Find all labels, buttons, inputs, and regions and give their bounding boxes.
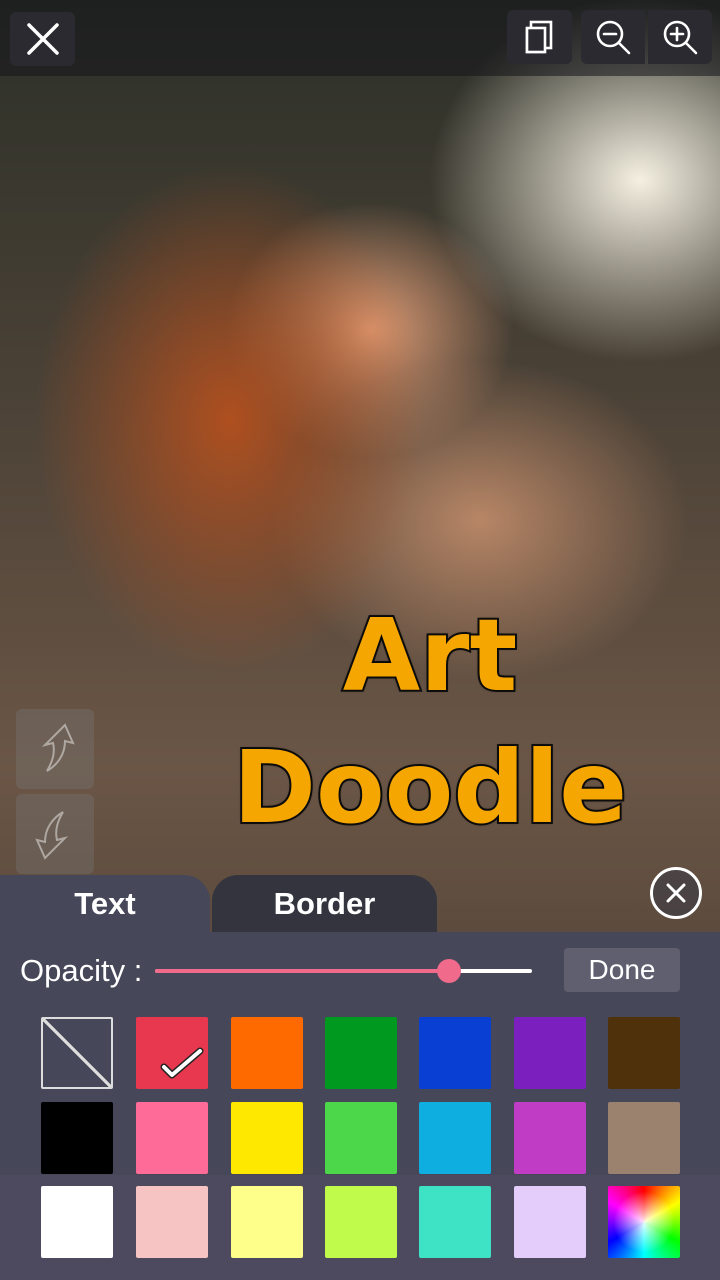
tab-text-label: Text: [74, 886, 136, 921]
zoom-out-button[interactable]: [581, 10, 645, 64]
color-swatch[interactable]: [514, 1102, 586, 1174]
undo-arrow-icon: [35, 811, 69, 860]
color-swatch[interactable]: [419, 1017, 491, 1089]
redo-arrow-icon: [41, 723, 75, 772]
opacity-slider[interactable]: [155, 959, 532, 983]
art-text-line-2: Doodle: [231, 727, 629, 848]
close-panel-button[interactable]: [650, 867, 702, 919]
copy-button[interactable]: [507, 10, 572, 64]
color-swatch[interactable]: [608, 1102, 680, 1174]
tab-border[interactable]: Border: [212, 875, 437, 933]
tab-border-label: Border: [273, 886, 376, 921]
done-button[interactable]: Done: [564, 948, 680, 992]
color-swatch[interactable]: [231, 1017, 303, 1089]
color-swatch[interactable]: [325, 1017, 397, 1089]
color-swatch[interactable]: [419, 1102, 491, 1174]
color-swatch-none[interactable]: [41, 1017, 113, 1089]
color-swatch[interactable]: [41, 1186, 113, 1258]
color-swatch[interactable]: [136, 1017, 208, 1089]
opacity-slider-fill: [155, 969, 450, 973]
redo-button[interactable]: [16, 709, 94, 789]
art-text-line-1: Art: [341, 595, 520, 716]
opacity-label: Opacity :: [20, 953, 143, 988]
color-swatch[interactable]: [136, 1102, 208, 1174]
color-swatch[interactable]: [136, 1186, 208, 1258]
copy-icon: [525, 20, 552, 54]
color-swatch[interactable]: [608, 1017, 680, 1089]
top-toolbar: [0, 0, 720, 76]
tab-text[interactable]: Text: [0, 875, 210, 933]
close-icon: [26, 23, 59, 55]
color-swatch-custom[interactable]: [608, 1186, 680, 1258]
art-text-overlay[interactable]: Art Doodle: [220, 590, 640, 854]
close-button[interactable]: [10, 12, 75, 66]
zoom-in-icon: [663, 20, 698, 55]
color-swatch[interactable]: [231, 1186, 303, 1258]
color-swatch[interactable]: [41, 1102, 113, 1174]
color-swatch[interactable]: [419, 1186, 491, 1258]
zoom-out-icon: [596, 20, 631, 55]
opacity-slider-thumb[interactable]: [437, 959, 462, 983]
color-swatch[interactable]: [514, 1017, 586, 1089]
undo-button[interactable]: [16, 794, 94, 874]
color-swatch[interactable]: [325, 1102, 397, 1174]
checkmark-icon: [160, 1047, 204, 1079]
zoom-in-button[interactable]: [648, 10, 712, 64]
color-swatch[interactable]: [325, 1186, 397, 1258]
color-swatch[interactable]: [514, 1186, 586, 1258]
close-icon: [666, 883, 686, 903]
color-swatch[interactable]: [231, 1102, 303, 1174]
